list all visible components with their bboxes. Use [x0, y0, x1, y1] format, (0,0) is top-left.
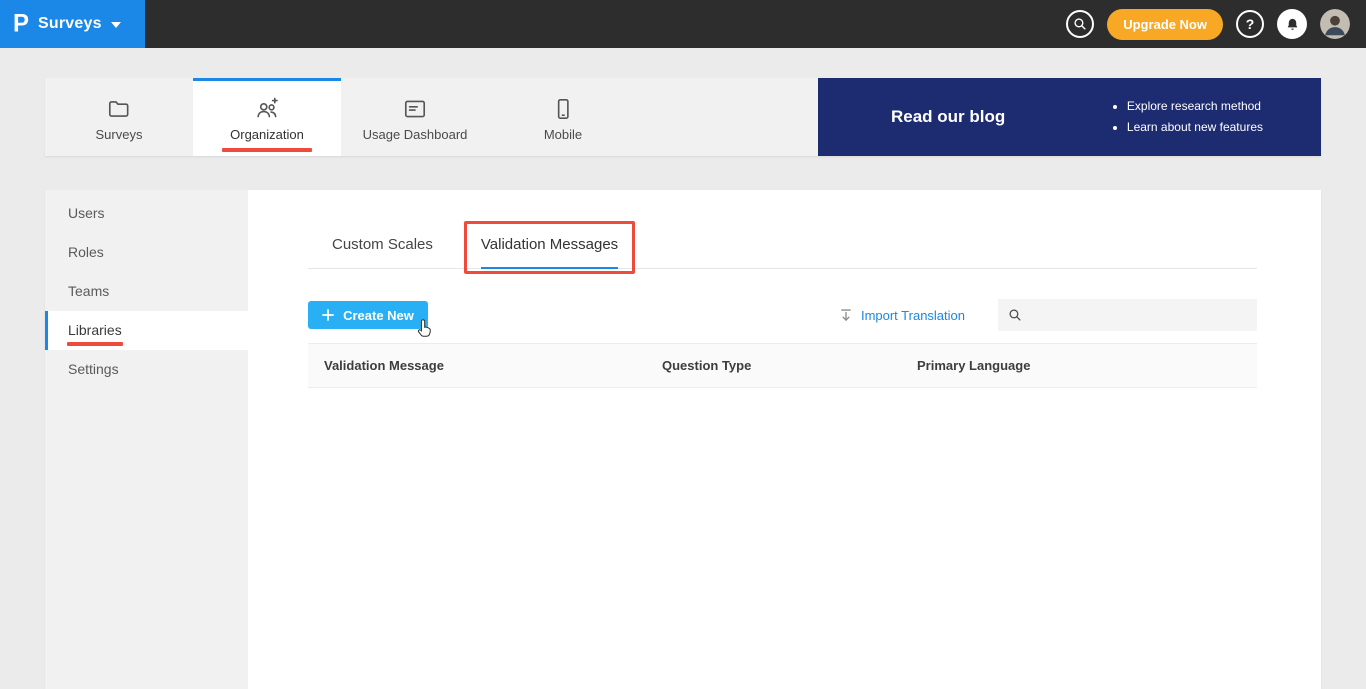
avatar-image: [1320, 9, 1350, 39]
nav-tab-usage-dashboard[interactable]: Usage Dashboard: [341, 78, 489, 156]
libraries-content: Custom Scales Validation Messages Create…: [248, 190, 1321, 689]
question-mark-icon: ?: [1245, 16, 1255, 32]
sidebar-item-teams[interactable]: Teams: [45, 272, 248, 311]
tab-validation-messages[interactable]: Validation Messages: [463, 221, 636, 274]
topbar: P Surveys Upgrade Now ?: [0, 0, 1366, 48]
sidebar-item-roles[interactable]: Roles: [45, 233, 248, 272]
table-header-row: Validation Message Question Type Primary…: [308, 343, 1257, 388]
search-icon: [1074, 18, 1086, 30]
import-icon: [841, 308, 851, 321]
libraries-tabs: Custom Scales Validation Messages: [308, 221, 1257, 274]
nav-tab-label: Usage Dashboard: [362, 126, 468, 142]
search-button[interactable]: [1066, 10, 1095, 38]
main-card: Users Roles Teams Libraries Settings Cus…: [45, 190, 1321, 689]
brand-logo-icon: P: [13, 9, 30, 38]
column-header-validation-message: Validation Message: [324, 358, 444, 373]
folder-icon: [108, 100, 129, 117]
nav-tab-label: Mobile: [543, 126, 583, 142]
blog-banner-title[interactable]: Read our blog: [891, 107, 1005, 127]
notifications-button[interactable]: [1277, 9, 1307, 39]
blog-banner[interactable]: Read our blog Explore research method Le…: [818, 78, 1321, 156]
blog-bullet: Learn about new features: [1127, 117, 1263, 138]
import-translation-label: Import Translation: [860, 307, 965, 323]
create-new-button[interactable]: Create New: [308, 301, 428, 329]
nav-tab-label: Surveys: [95, 126, 143, 142]
nav-tab-label: Organization: [230, 126, 304, 142]
mobile-icon: [557, 98, 569, 119]
annotation-libraries-underline: [67, 342, 123, 346]
sidebar-item-users[interactable]: Users: [45, 194, 248, 233]
avatar[interactable]: [1320, 9, 1350, 39]
plus-icon: [322, 309, 334, 321]
nav-tab-mobile[interactable]: Mobile: [489, 78, 637, 156]
blog-banner-bullets: Explore research method Learn about new …: [1113, 96, 1263, 138]
import-translation-link[interactable]: Import Translation: [839, 308, 965, 323]
app-name: Surveys: [38, 15, 102, 32]
sidebar-item-settings[interactable]: Settings: [45, 350, 248, 389]
primary-nav-tabs: Surveys Organization Usage Dashboard Mob…: [45, 78, 818, 156]
topbar-actions: Upgrade Now ?: [1066, 8, 1366, 40]
toolbar: Create New Import Translation: [308, 299, 1257, 331]
create-new-label: Create New: [343, 307, 414, 323]
app-switcher[interactable]: P Surveys: [0, 0, 145, 48]
nav-tab-surveys[interactable]: Surveys: [45, 78, 193, 156]
annotation-organization-underline: [222, 148, 312, 152]
tab-label: Validation Messages: [480, 236, 619, 253]
organization-icon: [257, 97, 278, 117]
column-header-question-type: Question Type: [662, 358, 752, 373]
nav-tab-organization[interactable]: Organization: [193, 78, 341, 156]
table-search[interactable]: [998, 299, 1257, 331]
sidebar-item-label: Libraries: [68, 322, 122, 338]
primary-nav-card: Surveys Organization Usage Dashboard Mob…: [45, 78, 1321, 156]
blog-bullet: Explore research method: [1127, 96, 1263, 117]
search-input[interactable]: [1029, 299, 1257, 331]
sidebar-item-libraries[interactable]: Libraries: [45, 311, 248, 350]
search-icon: [1009, 309, 1021, 321]
chevron-down-icon: [110, 22, 121, 28]
tab-custom-scales[interactable]: Custom Scales: [332, 230, 433, 268]
bell-icon: [1287, 18, 1297, 30]
settings-sidebar: Users Roles Teams Libraries Settings: [45, 190, 248, 689]
help-button[interactable]: ?: [1236, 10, 1264, 38]
column-header-primary-language: Primary Language: [917, 358, 1031, 373]
dashboard-icon: [404, 100, 426, 117]
upgrade-now-button[interactable]: Upgrade Now: [1107, 8, 1223, 40]
